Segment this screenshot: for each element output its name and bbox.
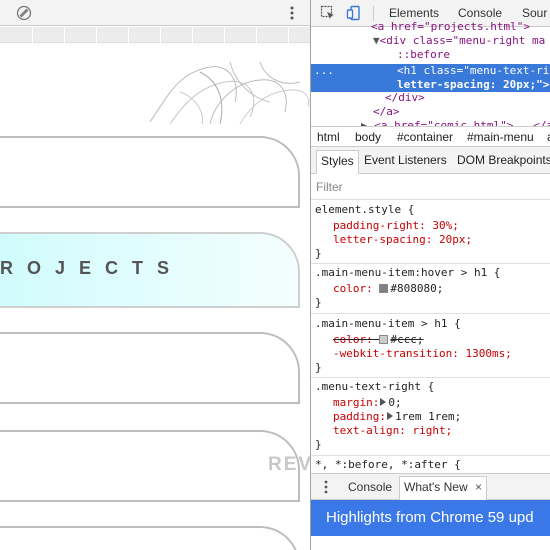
drawer-menu-icon[interactable] [323,479,329,495]
toolbar-separator [373,6,374,21]
color-swatch-icon[interactable] [379,335,389,344]
rule-close: } [315,361,322,374]
dom-node-close-div[interactable]: </div> [385,91,550,105]
crumb-main-menu[interactable]: #main-menu [467,130,534,144]
drawer-tab-console[interactable]: Console [348,480,392,494]
inspect-element-icon[interactable] [320,5,336,21]
dom-tree: <a href="projects.html"> ▼<div class="me… [311,20,550,132]
crumb-body[interactable]: body [355,130,381,144]
drawer-tab-whats-new[interactable]: What's New × [399,476,487,500]
rule-selector: .main-menu-item > h1 { [315,317,461,330]
menu-item-3[interactable] [0,332,300,404]
drawer-content [311,536,550,550]
rule-separator [311,263,550,264]
ruler [0,27,311,43]
style-property[interactable]: text-align: right; [333,424,452,438]
expand-triangle-icon[interactable]: ▼ [373,34,380,47]
style-property[interactable]: margin: 0; [333,396,402,410]
style-property-overridden[interactable]: color: #ccc; [333,333,424,347]
whats-new-banner: Highlights from Chrome 59 upd [311,500,550,536]
rule-selector: .menu-text-right { [315,380,435,393]
rule-close: } [315,438,322,451]
rule-selector: .main-menu-item:hover > h1 { [315,266,501,279]
color-swatch-icon[interactable] [379,284,389,293]
style-property[interactable]: padding-right: 30%; [333,219,459,233]
tab-dom-breakpoints[interactable]: DOM Breakpoints [457,153,550,167]
device-toolbar [0,0,311,26]
header-illustration [149,62,310,124]
dom-node-before[interactable]: ::before [397,48,550,62]
breadcrumb: html body #container #main-menu a [311,126,550,147]
device-mode-icon[interactable] [346,5,362,21]
rule-selector: element.style { [315,203,415,216]
review-heading: REV [268,454,311,475]
tab-event-listeners[interactable]: Event Listeners [364,153,447,167]
more-options-icon[interactable] [285,4,299,22]
styles-filter-input[interactable]: Filter [311,176,550,200]
dom-node-selected[interactable]: ... <h1 class="menu-text-ri letter-spaci… [311,64,550,92]
dom-node[interactable]: <a href="projects.html"> [371,20,550,34]
rule-selector: *, *:before, *:after { [315,458,461,471]
dom-node-close-a[interactable]: </a> [373,105,550,119]
rule-close: } [315,247,322,260]
rule-separator [311,455,550,456]
drawer-toolbar: Console What's New × [311,473,550,500]
close-icon[interactable]: × [475,480,482,494]
devtools-panel: Elements Console Sour <a href="projects.… [311,0,550,550]
menu-item-5[interactable] [0,526,300,550]
style-property[interactable]: padding: 1rem 1rem; [333,410,461,424]
dom-node-menu-right[interactable]: ▼<div class="menu-right ma [373,34,550,48]
style-property[interactable]: letter-spacing: 20px; [333,233,472,247]
rotate-icon[interactable] [16,5,32,21]
style-property[interactable]: color: #808080; [333,282,443,296]
expand-triangle-icon[interactable] [380,398,387,406]
tab-sources[interactable]: Sour [522,6,547,20]
tab-styles[interactable]: Styles [316,150,359,174]
projects-heading: ROJECTS [0,258,184,278]
menu-item-review[interactable] [0,430,300,502]
rule-separator [311,313,550,314]
page-viewport: ROJECTS REV [0,0,311,550]
crumb-container[interactable]: #container [397,130,453,144]
menu-item-1[interactable] [0,136,300,208]
rule-close: } [315,296,322,309]
rule-separator [311,377,550,378]
style-rules: element.style { padding-right: 30%; lett… [311,201,550,473]
tab-elements[interactable]: Elements [389,6,439,20]
styles-subtabs: Styles Event Listeners DOM Breakpoints [311,147,550,174]
expand-triangle-icon[interactable] [386,412,393,420]
crumb-html[interactable]: html [317,130,340,144]
style-property[interactable]: -webkit-transition: 1300ms; [333,347,512,361]
tab-console[interactable]: Console [458,6,502,20]
